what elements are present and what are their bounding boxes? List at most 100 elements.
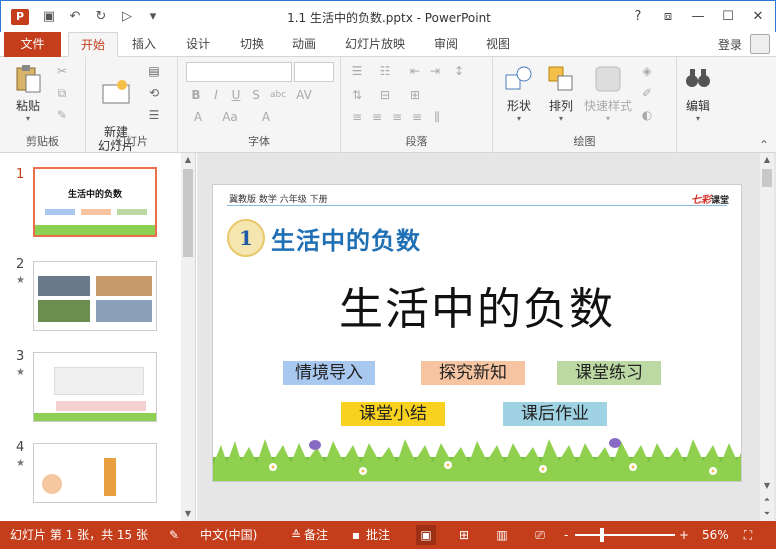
shape-fill-icon[interactable]: ◈: [639, 63, 655, 79]
thumbnail-slide-4[interactable]: [33, 443, 157, 503]
tab-file[interactable]: 文件: [4, 32, 61, 57]
smartart-icon[interactable]: ⊞: [407, 87, 423, 103]
comments-icon[interactable]: ▪: [346, 525, 366, 545]
text-direction-icon[interactable]: ⇅: [349, 87, 365, 103]
redo-icon[interactable]: ↻: [93, 9, 109, 25]
font-color-icon[interactable]: A: [190, 109, 206, 125]
notes-icon[interactable]: ≙: [286, 525, 306, 545]
scroll-down-icon[interactable]: ▼: [760, 479, 774, 493]
start-from-beginning-icon[interactable]: ▷: [119, 9, 135, 25]
quick-styles-button[interactable]: 快速样式 ▾: [583, 63, 633, 123]
zoom-in-button[interactable]: +: [679, 526, 689, 544]
spell-check-icon[interactable]: ✎: [164, 525, 184, 545]
button-class-practice[interactable]: 课堂练习: [557, 361, 661, 385]
align-right-icon[interactable]: ≡: [389, 109, 405, 125]
save-icon[interactable]: ▣: [41, 9, 57, 25]
scroll-up-icon[interactable]: ▲: [181, 153, 195, 167]
normal-view-icon[interactable]: ▣: [416, 525, 436, 545]
italic-icon[interactable]: I: [208, 87, 224, 103]
tab-design[interactable]: 设计: [182, 32, 214, 57]
justify-icon[interactable]: ≡: [409, 109, 425, 125]
section-icon[interactable]: ☰: [146, 107, 162, 123]
reading-view-icon[interactable]: ▥: [492, 525, 512, 545]
scroll-thumb[interactable]: [762, 169, 772, 187]
align-text-icon[interactable]: ⊟: [377, 87, 393, 103]
underline-icon[interactable]: U: [228, 87, 244, 103]
shape-outline-icon[interactable]: ✐: [639, 85, 655, 101]
maximize-button[interactable]: ☐: [717, 7, 739, 27]
comments-button[interactable]: 批注: [366, 526, 390, 544]
slide-scrollbar[interactable]: ▲ ▼ ⏶ ⏷: [760, 153, 774, 521]
help-icon[interactable]: ?: [627, 7, 649, 27]
thumbnail-slide-1[interactable]: 生活中的负数: [33, 167, 157, 237]
editing-button[interactable]: 编辑 ▾: [681, 63, 715, 123]
quick-access-toolbar: ▣ ↶ ↻ ▷ ▾: [41, 9, 161, 25]
thumbnail-slide-2[interactable]: [33, 261, 157, 331]
current-slide[interactable]: 冀教版 数学 六年级 下册 七彩课堂 1 生活中的负数 生活中的负数 情境导入 …: [212, 184, 742, 482]
increase-indent-icon[interactable]: ⇥: [427, 63, 443, 79]
customize-qat-icon[interactable]: ▾: [145, 9, 161, 25]
character-spacing-icon[interactable]: AV: [296, 87, 312, 103]
language-indicator[interactable]: 中文(中国): [200, 526, 257, 544]
powerpoint-app-icon[interactable]: P: [11, 9, 29, 25]
thumbnail-slide-3[interactable]: [33, 352, 157, 422]
scroll-up-icon[interactable]: ▲: [760, 153, 774, 167]
decrease-indent-icon[interactable]: ⇤: [407, 63, 423, 79]
minimize-button[interactable]: —: [687, 7, 709, 27]
font-size-combo[interactable]: [294, 62, 334, 82]
zoom-slider-knob[interactable]: [600, 528, 604, 542]
paste-button[interactable]: 粘贴 ▾: [10, 63, 46, 123]
login-link[interactable]: 登录: [718, 36, 742, 53]
font-name-combo[interactable]: [186, 62, 292, 82]
button-class-summary[interactable]: 课堂小结: [341, 402, 445, 426]
tab-view[interactable]: 视图: [482, 32, 514, 57]
tab-home[interactable]: 开始: [68, 32, 118, 57]
arrange-button[interactable]: 排列 ▾: [543, 63, 579, 123]
line-spacing-icon[interactable]: ↕: [451, 63, 467, 79]
tab-slideshow[interactable]: 幻灯片放映: [341, 32, 409, 57]
columns-icon[interactable]: ⫼: [429, 109, 445, 125]
thumbnails-scrollbar[interactable]: ▲ ▼: [181, 153, 195, 521]
tab-animations[interactable]: 动画: [288, 32, 320, 57]
shape-button[interactable]: 形状 ▾: [501, 63, 537, 123]
slide-editor: 冀教版 数学 六年级 下册 七彩课堂 1 生活中的负数 生活中的负数 情境导入 …: [197, 153, 776, 521]
shape-effects-icon[interactable]: ◐: [639, 107, 655, 123]
scroll-down-icon[interactable]: ▼: [181, 507, 195, 521]
shadow-icon[interactable]: S: [248, 87, 264, 103]
numbering-icon[interactable]: ☷: [377, 63, 393, 79]
notes-button[interactable]: 备注: [304, 526, 328, 544]
cut-icon[interactable]: ✂: [54, 63, 70, 79]
undo-icon[interactable]: ↶: [67, 9, 83, 25]
strikethrough-icon[interactable]: abc: [270, 87, 286, 103]
zoom-level[interactable]: 56%: [702, 526, 729, 544]
bold-icon[interactable]: B: [188, 87, 204, 103]
scroll-thumb[interactable]: [183, 169, 193, 257]
ribbon-display-options-icon[interactable]: ⧈: [657, 7, 679, 27]
format-painter-icon[interactable]: ✎: [54, 107, 70, 123]
close-button[interactable]: ✕: [747, 7, 769, 27]
zoom-out-button[interactable]: -: [564, 526, 568, 544]
bullets-icon[interactable]: ☰: [349, 63, 365, 79]
change-case-icon[interactable]: Aa: [222, 109, 238, 125]
button-explore-new[interactable]: 探究新知: [421, 361, 525, 385]
reset-icon[interactable]: ⟲: [146, 85, 162, 101]
button-situation-intro[interactable]: 情境导入: [283, 361, 375, 385]
slide-sorter-icon[interactable]: ⊞: [454, 525, 474, 545]
fit-slide-icon[interactable]: ⛶: [738, 525, 758, 545]
button-homework[interactable]: 课后作业: [503, 402, 607, 426]
tab-insert[interactable]: 插入: [128, 32, 160, 57]
copy-icon[interactable]: ⧉: [54, 85, 70, 101]
zoom-slider-track[interactable]: [575, 534, 675, 536]
slideshow-view-icon[interactable]: ⎚: [530, 525, 550, 545]
align-center-icon[interactable]: ≡: [369, 109, 385, 125]
next-slide-icon[interactable]: ⏷: [760, 507, 774, 521]
previous-slide-icon[interactable]: ⏶: [760, 493, 774, 507]
account-icon[interactable]: [750, 34, 770, 54]
clear-formatting-icon[interactable]: A: [258, 109, 274, 125]
tab-transitions[interactable]: 切换: [236, 32, 268, 57]
collapse-ribbon-icon[interactable]: ⌃: [756, 137, 772, 153]
align-left-icon[interactable]: ≡: [349, 109, 365, 125]
paste-dropdown-icon[interactable]: ▾: [10, 114, 46, 123]
layout-icon[interactable]: ▤: [146, 63, 162, 79]
tab-review[interactable]: 审阅: [430, 32, 462, 57]
